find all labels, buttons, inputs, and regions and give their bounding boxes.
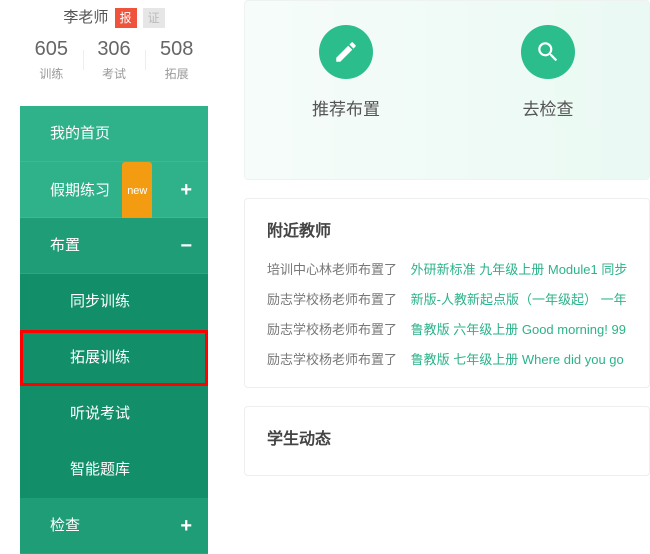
feed-link[interactable]: 新版-人教新起点版（一年级起） 一年 — [411, 292, 627, 307]
nav-sub-label: 智能题库 — [70, 461, 130, 478]
stat-num: 508 — [145, 38, 208, 61]
plus-icon: + — [180, 162, 192, 218]
teacher-name: 李老师 — [63, 9, 108, 26]
nav-sub-label: 拓展训练 — [70, 349, 130, 366]
feed-row: 励志学校杨老师布置了 新版-人教新起点版（一年级起） 一年 — [267, 285, 627, 315]
feed-who: 励志学校杨老师布置了 — [267, 292, 397, 307]
teacher-row: 李老师 报 证 — [20, 0, 208, 32]
feed-link[interactable]: 鲁教版 七年级上册 Where did you go — [411, 352, 624, 367]
feed-who: 培训中心林老师布置了 — [267, 262, 397, 277]
nav-label: 布置 — [50, 237, 80, 254]
feed-row: 励志学校杨老师布置了 鲁教版 六年级上册 Good morning! 99 — [267, 315, 627, 345]
search-icon — [521, 25, 575, 79]
feed-link[interactable]: 外研新标准 九年级上册 Module1 同步 — [411, 262, 627, 277]
feed-link[interactable]: 鲁教版 六年级上册 Good morning! 99 — [411, 322, 626, 337]
nav-label: 假期练习 — [50, 182, 110, 199]
section-title: 附近教师 — [267, 217, 627, 241]
nav-sub-label: 同步训练 — [70, 293, 130, 310]
hero-gocheck[interactable]: 去检查 — [478, 25, 618, 120]
nav-check[interactable]: 检查 + — [20, 498, 208, 554]
nav-sub-bank[interactable]: 智能题库 — [20, 442, 208, 498]
new-badge: new — [122, 162, 152, 220]
stats-row: 605 训练 306 考试 508 拓展 — [20, 32, 208, 96]
stat-label: 考试 — [83, 65, 146, 82]
stat-exam[interactable]: 306 考试 — [83, 38, 146, 82]
feed-row: 培训中心林老师布置了 外研新标准 九年级上册 Module1 同步 — [267, 255, 627, 285]
feed-who: 励志学校杨老师布置了 — [267, 352, 397, 367]
nav-sub-listen[interactable]: 听说考试 — [20, 386, 208, 442]
stat-num: 605 — [20, 38, 83, 61]
nearby-teachers: 附近教师 培训中心林老师布置了 外研新标准 九年级上册 Module1 同步 励… — [244, 198, 650, 388]
plus-icon: + — [180, 498, 192, 554]
stat-expand[interactable]: 508 拓展 — [145, 38, 208, 82]
sidebar: 李老师 报 证 605 训练 306 考试 508 拓展 我的首页 假期练习 n… — [20, 0, 208, 554]
edit-icon — [319, 25, 373, 79]
section-title: 学生动态 — [267, 425, 627, 449]
hero-label: 去检查 — [478, 95, 618, 120]
nav-vacation[interactable]: 假期练习 new + — [20, 162, 208, 218]
stat-train[interactable]: 605 训练 — [20, 38, 83, 82]
nav-home[interactable]: 我的首页 — [20, 106, 208, 162]
stat-num: 306 — [83, 38, 146, 61]
stat-label: 拓展 — [145, 65, 208, 82]
nav: 我的首页 假期练习 new + 布置 − 同步训练 拓展训练 听说考试 智能题库… — [20, 106, 208, 554]
main: 推荐布置 去检查 附近教师 培训中心林老师布置了 外研新标准 九年级上册 Mod… — [244, 0, 650, 532]
hero: 推荐布置 去检查 — [244, 0, 650, 180]
stat-label: 训练 — [20, 65, 83, 82]
nav-assign[interactable]: 布置 − — [20, 218, 208, 274]
nav-sub-label: 听说考试 — [70, 405, 130, 422]
nav-sub-expand[interactable]: 拓展训练 — [20, 330, 208, 386]
minus-icon: − — [180, 218, 192, 274]
nav-sub-sync[interactable]: 同步训练 — [20, 274, 208, 330]
nav-label: 检查 — [50, 517, 80, 534]
feed-row: 励志学校杨老师布置了 鲁教版 七年级上册 Where did you go — [267, 345, 627, 375]
tag-bao: 报 — [115, 8, 137, 28]
hero-recommend[interactable]: 推荐布置 — [276, 25, 416, 120]
student-activity: 学生动态 — [244, 406, 650, 476]
hero-label: 推荐布置 — [276, 95, 416, 120]
feed-who: 励志学校杨老师布置了 — [267, 322, 397, 337]
tag-zheng: 证 — [143, 8, 165, 28]
nav-label: 我的首页 — [50, 125, 110, 142]
